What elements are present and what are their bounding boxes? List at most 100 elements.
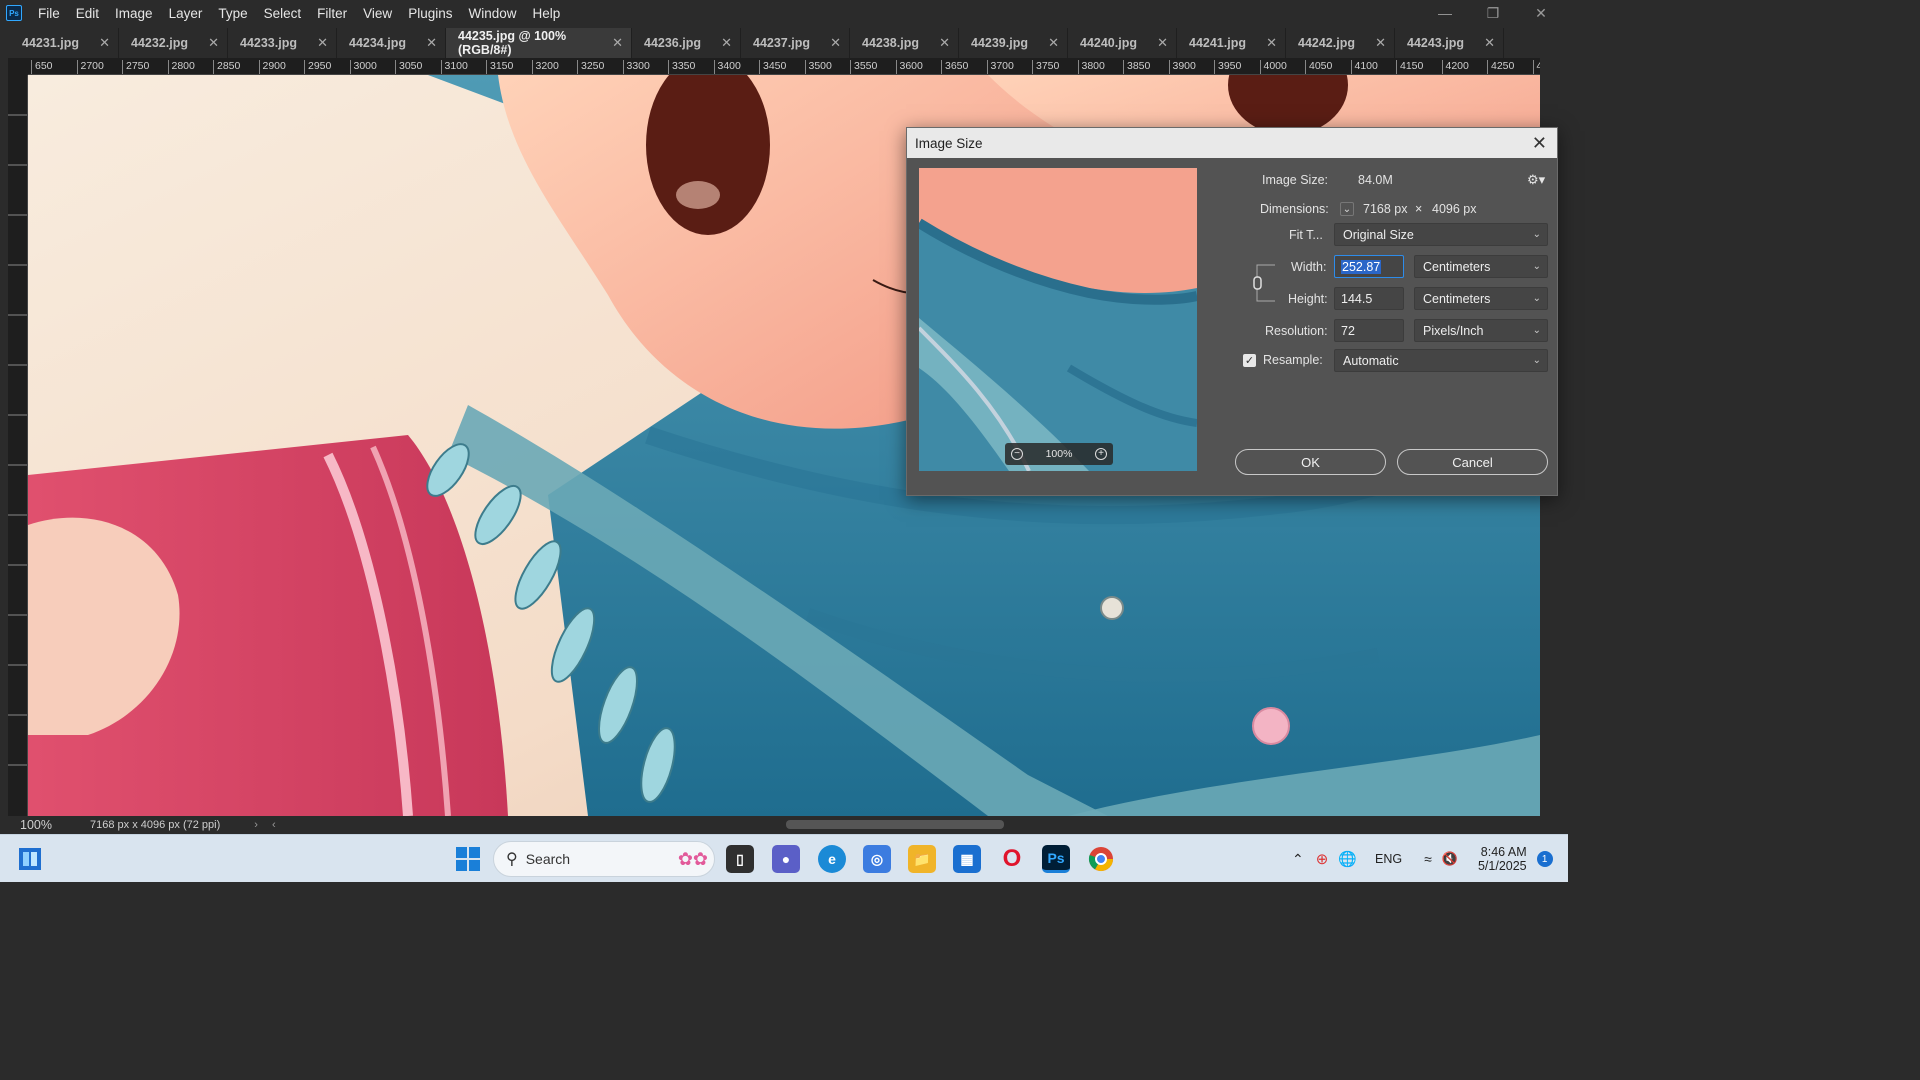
taskbar-search[interactable]: ⚲ Search ✿✿ <box>493 841 715 877</box>
vertical-ruler[interactable] <box>8 75 28 816</box>
chevron-down-icon: ⌄ <box>1532 229 1541 240</box>
doc-tab[interactable]: 44234.jpg ✕ <box>337 28 446 58</box>
start-icon[interactable] <box>454 845 482 873</box>
vertical-ruler-ticks <box>8 114 27 766</box>
status-zoom[interactable]: 100% <box>0 818 60 832</box>
constrain-proportions-link-icon[interactable] <box>1253 263 1279 303</box>
chrome-app-icon[interactable] <box>1087 845 1115 873</box>
chevron-down-icon: ⌄ <box>1532 355 1541 366</box>
photoshop-app-icon[interactable]: Ps <box>1042 845 1070 873</box>
doc-tab-active[interactable]: 44235.jpg @ 100% (RGB/8#) ✕ <box>446 28 632 58</box>
width-unit-dropdown[interactable]: Centimeters ⌄ <box>1414 255 1548 278</box>
tab-close-icon[interactable]: ✕ <box>721 35 732 51</box>
opera-app-icon[interactable]: O <box>998 845 1026 873</box>
dialog-close-icon[interactable]: ✕ <box>1532 133 1547 154</box>
clock-time: 8:46 AM <box>1480 845 1527 859</box>
doc-tab[interactable]: 44243.jpg ✕ <box>1395 28 1504 58</box>
horizontal-scrollbar-thumb[interactable] <box>786 820 1004 829</box>
volume-muted-icon[interactable]: 🔇 <box>1442 851 1458 867</box>
menu-type[interactable]: Type <box>210 6 255 21</box>
scroll-left-icon[interactable]: ‹ <box>272 819 276 831</box>
dimensions-dropdown-icon[interactable]: ⌄ <box>1340 202 1354 216</box>
resample-checkbox[interactable]: ✓ <box>1243 354 1256 367</box>
vpn-icon[interactable]: ⊕ <box>1316 850 1329 868</box>
dialog-titlebar[interactable]: Image Size ✕ <box>907 128 1557 158</box>
terminal-app-icon[interactable]: ▯ <box>726 845 754 873</box>
chevron-up-icon[interactable]: ⌃ <box>1292 851 1304 868</box>
zoom-in-icon[interactable]: + <box>1094 448 1107 460</box>
doc-tab[interactable]: 44231.jpg ✕ <box>10 28 119 58</box>
horizontal-ruler[interactable]: 650 2700 2750 2800 2850 2900 2950 3000 3050 3100 3… <box>28 58 1540 75</box>
doc-tab[interactable]: 44237.jpg ✕ <box>741 28 850 58</box>
tab-close-icon[interactable]: ✕ <box>1266 35 1277 51</box>
zoom-out-icon[interactable]: − <box>1011 448 1023 460</box>
ruler-tick-label: 3250 <box>577 60 604 74</box>
menu-filter[interactable]: Filter <box>309 6 355 21</box>
doc-tab[interactable]: 44236.jpg ✕ <box>632 28 741 58</box>
edge-app-icon[interactable]: e <box>818 845 846 873</box>
ok-button[interactable]: OK <box>1235 449 1386 475</box>
search-icon: ⚲ <box>506 851 518 868</box>
tab-close-icon[interactable]: ✕ <box>830 35 841 51</box>
network-globe-icon[interactable]: 🌐 <box>1338 850 1357 868</box>
menu-file[interactable]: File <box>30 6 68 21</box>
tab-close-icon[interactable]: ✕ <box>99 35 110 51</box>
menu-view[interactable]: View <box>355 6 400 21</box>
resolution-unit-dropdown[interactable]: Pixels/Inch ⌄ <box>1414 319 1548 342</box>
teams-app-icon[interactable]: ● <box>772 845 800 873</box>
tab-close-icon[interactable]: ✕ <box>1048 35 1059 51</box>
doc-tab[interactable]: 44242.jpg ✕ <box>1286 28 1395 58</box>
maximize-button[interactable]: ❐ <box>1470 0 1516 26</box>
tab-close-icon[interactable]: ✕ <box>1157 35 1168 51</box>
ruler-corner[interactable] <box>8 58 28 75</box>
cancel-button[interactable]: Cancel <box>1397 449 1548 475</box>
status-arrow-icon[interactable]: › <box>254 819 258 831</box>
windows-taskbar: ⚲ Search ✿✿ ▯ ● e ◎ 📁 ▦ O Ps ⌃ ⊕ 🌐 ENG ≈… <box>0 834 1568 882</box>
height-unit-dropdown[interactable]: Centimeters ⌄ <box>1414 287 1548 310</box>
doc-tab[interactable]: 44238.jpg ✕ <box>850 28 959 58</box>
clock[interactable]: 8:46 AM 5/1/2025 <box>1478 845 1527 873</box>
doc-tab[interactable]: 44241.jpg ✕ <box>1177 28 1286 58</box>
tab-close-icon[interactable]: ✕ <box>1375 35 1386 51</box>
tab-close-icon[interactable]: ✕ <box>1484 35 1495 51</box>
wifi-icon[interactable]: ≈ <box>1424 851 1432 867</box>
tab-close-icon[interactable]: ✕ <box>612 35 623 51</box>
ruler-tick-label: 3750 <box>1032 60 1059 74</box>
chevron-down-icon: ⌄ <box>1532 325 1541 336</box>
doc-tab[interactable]: 44240.jpg ✕ <box>1068 28 1177 58</box>
photoshop-logo-icon: Ps <box>6 5 22 21</box>
dialog-title: Image Size <box>915 135 983 151</box>
snipping-tool-icon[interactable]: ◎ <box>863 845 891 873</box>
language-indicator[interactable]: ENG <box>1375 852 1402 866</box>
tab-close-icon[interactable]: ✕ <box>208 35 219 51</box>
ruler-tick-label: 3150 <box>486 60 513 74</box>
menu-layer[interactable]: Layer <box>161 6 211 21</box>
menu-select[interactable]: Select <box>256 6 310 21</box>
tab-close-icon[interactable]: ✕ <box>317 35 328 51</box>
doc-tab[interactable]: 44233.jpg ✕ <box>228 28 337 58</box>
notification-badge[interactable]: 1 <box>1536 851 1553 867</box>
resample-value: Automatic <box>1343 353 1399 368</box>
file-explorer-icon[interactable]: 📁 <box>908 845 936 873</box>
fit-to-dropdown[interactable]: Original Size ⌄ <box>1334 223 1548 246</box>
tab-close-icon[interactable]: ✕ <box>426 35 437 51</box>
menu-plugins[interactable]: Plugins <box>400 6 460 21</box>
doc-tab[interactable]: 44232.jpg ✕ <box>119 28 228 58</box>
dialog-preview[interactable]: − 100% + <box>919 168 1197 471</box>
height-input[interactable]: 144.5 <box>1334 287 1404 310</box>
resample-dropdown[interactable]: Automatic ⌄ <box>1334 349 1548 372</box>
settings-gear-icon[interactable]: ⚙▾ <box>1527 172 1545 188</box>
resolution-input[interactable]: 72 <box>1334 319 1404 342</box>
status-doc-info: 7168 px x 4096 px (72 ppi) <box>90 819 221 831</box>
store-app-icon[interactable]: ▦ <box>953 845 981 873</box>
tab-close-icon[interactable]: ✕ <box>939 35 950 51</box>
widgets-icon[interactable] <box>16 845 44 873</box>
menu-help[interactable]: Help <box>524 6 568 21</box>
window-close-button[interactable]: ✕ <box>1518 0 1564 26</box>
menu-edit[interactable]: Edit <box>68 6 107 21</box>
width-input[interactable]: 252.87 <box>1334 255 1404 278</box>
minimize-button[interactable]: — <box>1422 0 1468 26</box>
doc-tab[interactable]: 44239.jpg ✕ <box>959 28 1068 58</box>
menu-window[interactable]: Window <box>460 6 524 21</box>
menu-image[interactable]: Image <box>107 6 161 21</box>
